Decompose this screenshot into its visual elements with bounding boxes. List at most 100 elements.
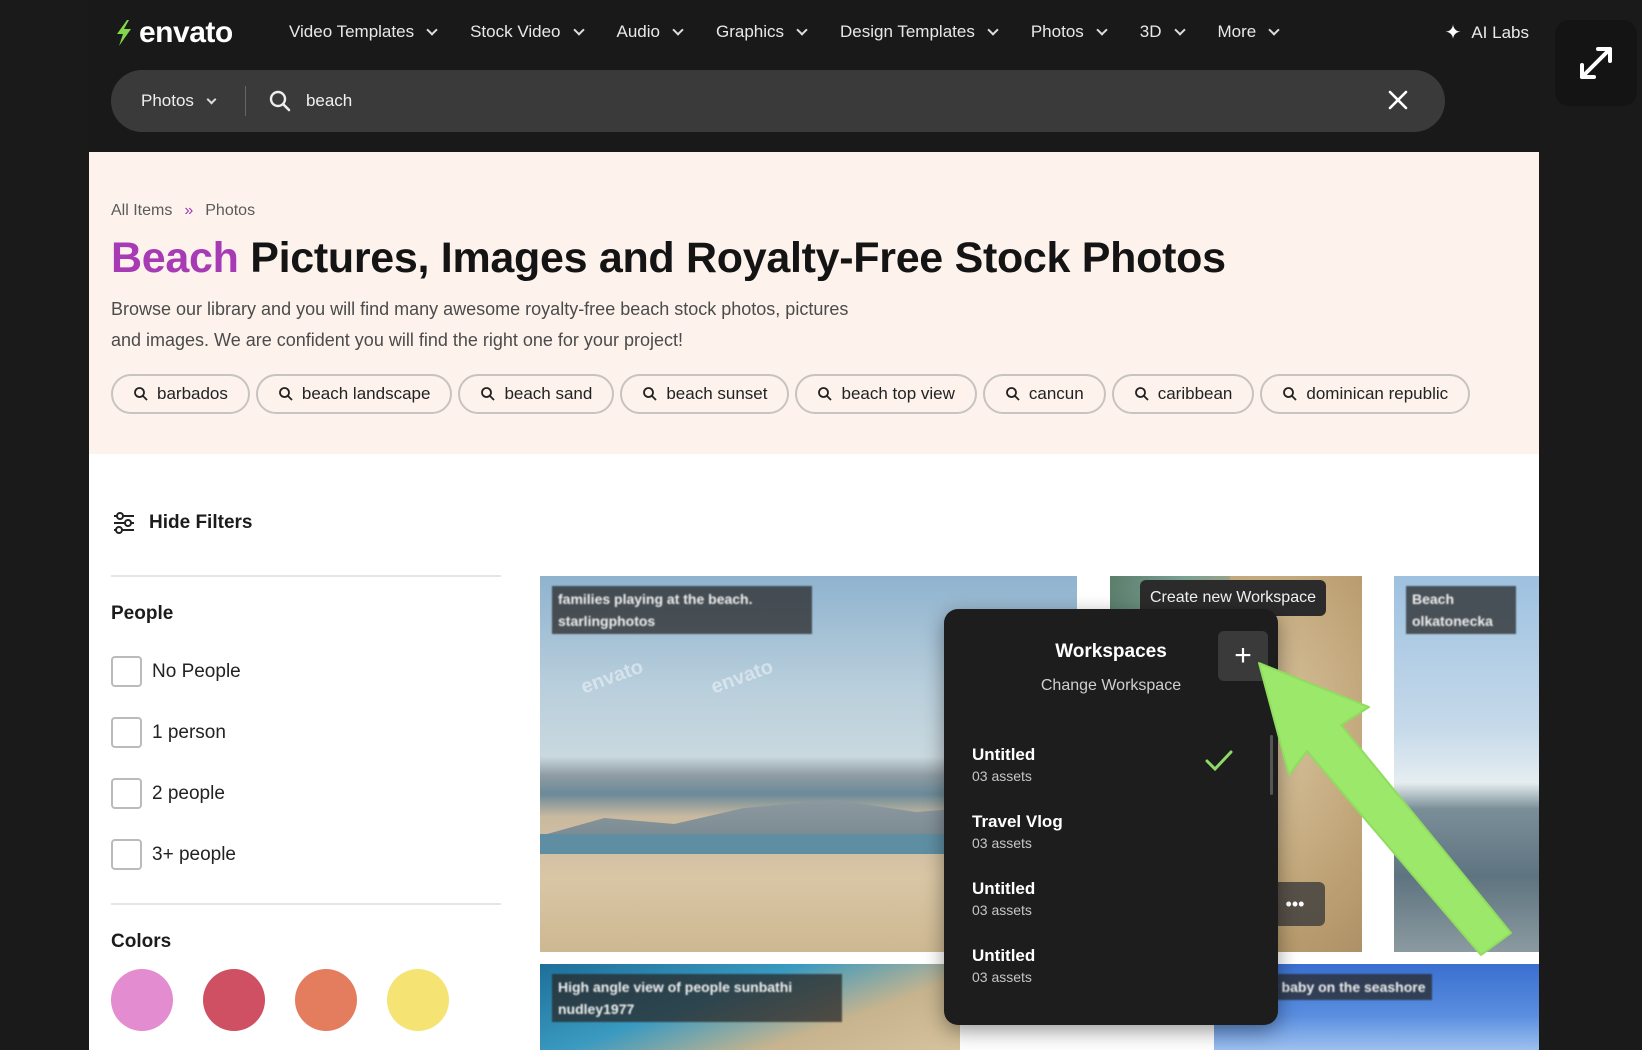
- chip-label: beach landscape: [301, 384, 431, 403]
- chip-dominican-republic[interactable]: dominican republic: [1260, 374, 1471, 414]
- chevron-down-icon: [1173, 24, 1186, 36]
- breadcrumb-separator: »: [184, 202, 194, 219]
- nav-photos[interactable]: Photos: [1030, 22, 1108, 42]
- workspace-item[interactable]: Travel Vlog 03 assets: [972, 812, 1252, 879]
- chevron-down-icon: [1268, 24, 1280, 36]
- filter-no-people[interactable]: No People: [111, 641, 501, 702]
- checkmark-icon: [1205, 750, 1233, 772]
- workspace-name: Travel Vlog: [972, 812, 1063, 831]
- workspace-count: 03 assets: [972, 835, 1032, 851]
- ai-labs-label: AI Labs: [1471, 22, 1529, 42]
- breadcrumb-photos[interactable]: Photos: [205, 202, 255, 220]
- workspace-item[interactable]: Untitled 03 assets: [972, 946, 1252, 1013]
- divider: [111, 903, 501, 905]
- chip-beach-sunset[interactable]: beach sunset: [620, 374, 790, 414]
- filters-panel: People No People 1 person 2 people 3+ pe…: [111, 575, 501, 1031]
- hide-filters-label: Hide Filters: [149, 512, 253, 533]
- watermark: envato: [578, 655, 647, 699]
- envato-page: envato Video Templates Stock Video Audio…: [89, 0, 1539, 1050]
- checkbox-label: 2 people: [152, 782, 225, 804]
- nav-label: Graphics: [715, 22, 785, 41]
- title-rest: Pictures, Images and Royalty-Free Stock …: [238, 234, 1226, 282]
- nav-video-templates[interactable]: Video Templates: [289, 22, 438, 42]
- divider: [111, 575, 501, 577]
- chip-cancun[interactable]: cancun: [982, 374, 1106, 414]
- chip-label: cancun: [1028, 384, 1084, 403]
- sliders-icon: [114, 512, 134, 534]
- chip-label: dominican republic: [1306, 384, 1449, 403]
- color-swatch-orange[interactable]: [295, 969, 357, 1031]
- people-filter-title: People: [111, 603, 174, 624]
- color-swatches: [111, 969, 501, 1031]
- filter-1-person[interactable]: 1 person: [111, 702, 501, 763]
- checkbox[interactable]: [111, 656, 142, 687]
- nav-3d[interactable]: 3D: [1139, 22, 1186, 42]
- nav-stock-video[interactable]: Stock Video: [470, 22, 585, 42]
- logo-text: envato: [139, 16, 233, 49]
- filter-3-plus-people[interactable]: 3+ people: [111, 824, 501, 885]
- ai-labs-link[interactable]: ✦ AI Labs: [1445, 20, 1529, 45]
- title-keyword: Beach: [111, 234, 239, 282]
- filter-2-people[interactable]: 2 people: [111, 763, 501, 824]
- chip-label: beach sand: [504, 384, 593, 403]
- search-category-dropdown[interactable]: Photos: [141, 91, 217, 111]
- nav-graphics[interactable]: Graphics: [715, 22, 808, 42]
- search-icon: [1283, 387, 1298, 401]
- nav-label: 3D: [1139, 22, 1162, 41]
- nav-design-templates[interactable]: Design Templates: [840, 22, 999, 42]
- watermark: envato: [708, 655, 777, 699]
- screen: envato Video Templates Stock Video Audio…: [0, 0, 1642, 1050]
- breadcrumb-all-items[interactable]: All Items: [111, 202, 172, 220]
- description-line: Browse our library and you will find man…: [111, 299, 849, 319]
- search-icon: [643, 387, 657, 401]
- search-icon: [1134, 387, 1149, 401]
- related-search-chips: barbados beach landscape beach sand beac…: [111, 374, 1471, 414]
- photo-caption: Beach olkatonecka: [1406, 586, 1516, 634]
- nav-label: Photos: [1030, 22, 1084, 41]
- chevron-down-icon: [572, 24, 585, 36]
- photo-result[interactable]: High angle view of people sunbathi nudle…: [540, 964, 960, 1050]
- fullscreen-button[interactable]: [1555, 20, 1637, 106]
- close-icon[interactable]: [1387, 89, 1409, 111]
- workspace-count: 03 assets: [972, 902, 1032, 918]
- chip-beach-landscape[interactable]: beach landscape: [255, 374, 453, 414]
- color-swatch-red[interactable]: [203, 969, 265, 1031]
- nav-audio[interactable]: Audio: [616, 22, 684, 42]
- search-icon: [481, 387, 496, 401]
- workspace-item[interactable]: Untitled 03 assets: [972, 879, 1252, 946]
- chip-beach-sand[interactable]: beach sand: [458, 374, 615, 414]
- envato-logo[interactable]: envato: [111, 16, 233, 50]
- search-icon: [1005, 387, 1020, 401]
- chip-label: beach top view: [841, 384, 955, 403]
- workspace-name: Untitled: [972, 946, 1036, 965]
- chevron-down-icon: [206, 94, 217, 104]
- color-swatch-pink[interactable]: [111, 969, 173, 1031]
- search-icon: [269, 90, 291, 112]
- checkbox[interactable]: [111, 717, 142, 748]
- checkbox-label: No People: [152, 660, 241, 682]
- breadcrumb: All Items » Photos: [111, 202, 255, 220]
- chip-label: beach sunset: [666, 384, 768, 403]
- search-input[interactable]: [305, 91, 1306, 111]
- page-title: Beach Pictures, Images and Royalty-Free …: [111, 234, 1226, 283]
- page-description: Browse our library and you will find man…: [111, 294, 991, 356]
- workspace-count: 03 assets: [972, 969, 1032, 985]
- photo-caption: families playing at the beach. starlingp…: [552, 586, 812, 634]
- envato-leaf-icon: [117, 20, 131, 46]
- hero-section: All Items » Photos Beach Pictures, Image…: [89, 152, 1539, 454]
- chip-barbados[interactable]: barbados: [111, 374, 250, 414]
- nav-label: Stock Video: [470, 22, 561, 41]
- chip-beach-top-view[interactable]: beach top view: [795, 374, 977, 414]
- search-icon: [818, 387, 833, 401]
- nav-more[interactable]: More: [1217, 22, 1280, 42]
- checkbox[interactable]: [111, 839, 142, 870]
- chevron-down-icon: [1096, 24, 1108, 36]
- chip-caribbean[interactable]: caribbean: [1111, 374, 1255, 414]
- hide-filters-button[interactable]: Hide Filters: [111, 510, 252, 536]
- workspace-item[interactable]: Untitled 03 assets: [972, 745, 1252, 812]
- nav-label: Audio: [616, 22, 660, 41]
- color-swatch-yellow[interactable]: [387, 969, 449, 1031]
- checkbox[interactable]: [111, 778, 142, 809]
- nav-label: More: [1217, 22, 1257, 41]
- workspace-name: Untitled: [972, 879, 1036, 898]
